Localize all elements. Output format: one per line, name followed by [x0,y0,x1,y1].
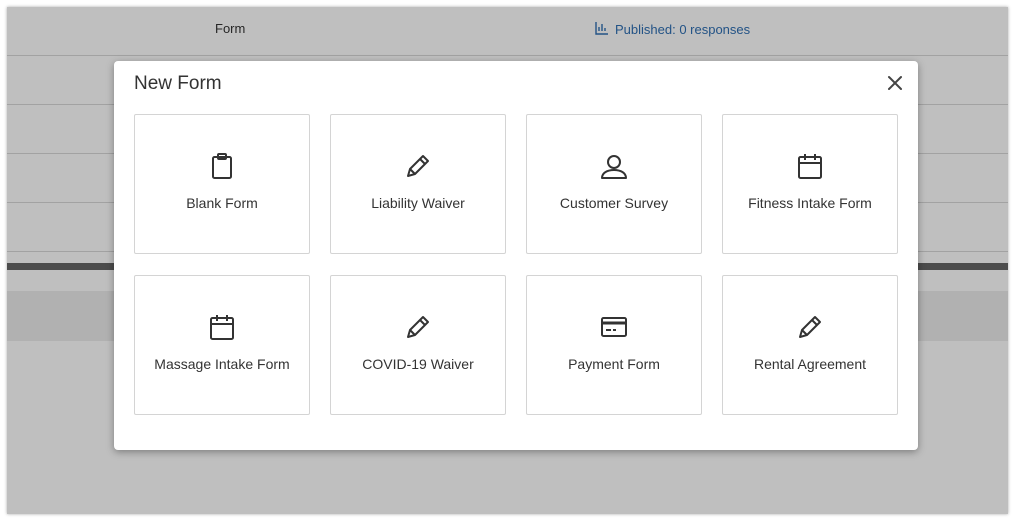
new-form-dialog: New Form Blank Form Liability Waiver Cus… [114,61,918,450]
template-card-liability-waiver[interactable]: Liability Waiver [330,114,506,254]
pencil-icon [403,151,433,181]
template-label: COVID-19 Waiver [362,356,474,372]
close-button[interactable] [886,74,904,92]
pencil-icon [403,312,433,342]
calendar-icon [795,151,825,181]
template-label: Massage Intake Form [154,356,290,372]
close-icon [886,76,904,96]
template-card-payment-form[interactable]: Payment Form [526,275,702,415]
pencil-icon [795,312,825,342]
template-label: Payment Form [568,356,660,372]
template-label: Liability Waiver [371,195,465,211]
template-card-rental-agreement[interactable]: Rental Agreement [722,275,898,415]
template-label: Blank Form [186,195,258,211]
template-card-fitness-intake-form[interactable]: Fitness Intake Form [722,114,898,254]
app-frame: Form Published: 0 responses New Form Bla… [7,7,1008,514]
template-label: Fitness Intake Form [748,195,872,211]
dialog-title: New Form [134,73,222,94]
template-card-massage-intake-form[interactable]: Massage Intake Form [134,275,310,415]
template-grid: Blank Form Liability Waiver Customer Sur… [134,114,898,415]
calendar-icon [207,312,237,342]
template-card-blank-form[interactable]: Blank Form [134,114,310,254]
template-card-customer-survey[interactable]: Customer Survey [526,114,702,254]
credit-card-icon [599,312,629,342]
template-label: Rental Agreement [753,356,867,372]
template-card-covid-19-waiver[interactable]: COVID-19 Waiver [330,275,506,415]
template-label: Customer Survey [559,195,669,211]
user-icon [599,151,629,181]
clipboard-icon [207,151,237,181]
